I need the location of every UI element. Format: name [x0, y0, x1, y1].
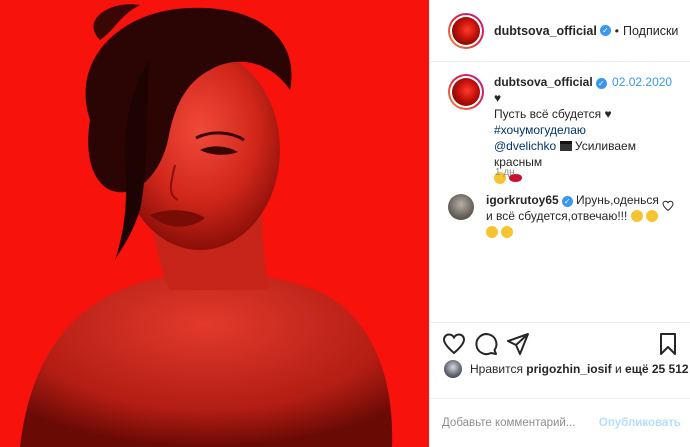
- liker-avatar[interactable]: [444, 360, 462, 378]
- verified-badge-icon: ✓: [599, 25, 611, 36]
- comment-text: igorkrutoy65 ✓ Ирунь,оденься и всё сбудет…: [486, 192, 661, 240]
- author-username[interactable]: dubtsova_official: [494, 24, 597, 38]
- caption-date: 02.02.2020: [612, 75, 673, 89]
- grin-emoji-icon: [486, 226, 498, 238]
- header-separator: •: [614, 23, 619, 38]
- hashtag-link[interactable]: #хочумогуделаю: [494, 123, 586, 137]
- post-header: dubtsova_official ✓ • Подписки: [430, 0, 690, 62]
- following-button[interactable]: Подписки: [623, 24, 678, 38]
- grin-emoji-icon: [630, 210, 643, 222]
- portrait-image: [0, 0, 429, 447]
- author-avatar[interactable]: [448, 12, 484, 49]
- publish-button[interactable]: Опубликовать: [599, 417, 681, 429]
- likes-summary: Нравится prigozhin_iosif и ещё 25 512: [444, 360, 689, 378]
- action-bar: [430, 322, 690, 364]
- grin-emoji-icon: [646, 210, 659, 222]
- post-photo[interactable]: [0, 0, 429, 447]
- post-caption: dubtsova_official ✓ 02.02.2020 ♥ Пусть вс…: [448, 74, 678, 186]
- grin-emoji-icon: [501, 226, 514, 238]
- clapper-emoji-icon: [559, 141, 572, 151]
- verified-badge-icon: ✓: [561, 196, 573, 207]
- comment-like-heart-icon[interactable]: [662, 200, 674, 212]
- instagram-post: dubtsova_official ✓ • Подписки dubtsova_…: [0, 0, 690, 447]
- caption-time-ago: 1 дн.: [495, 167, 518, 178]
- likes-prefix: Нравится: [470, 362, 523, 376]
- heart-emoji-icon: ♥: [494, 91, 502, 105]
- post-sidebar: dubtsova_official ✓ • Подписки dubtsova_…: [429, 0, 690, 447]
- heart-icon[interactable]: [442, 332, 466, 356]
- add-comment-bar: Добавьте комментарий... Опубликовать: [430, 398, 690, 447]
- comment-input[interactable]: Добавьте комментарий...: [442, 417, 599, 429]
- caption-username[interactable]: dubtsova_official: [494, 75, 593, 89]
- liker-username[interactable]: prigozhin_iosif: [526, 362, 611, 376]
- commenter-avatar[interactable]: [448, 194, 474, 220]
- share-icon[interactable]: [506, 332, 530, 356]
- likes-count[interactable]: ещё 25 512: [625, 362, 689, 376]
- caption-line-1: Пусть всё сбудется: [494, 107, 602, 121]
- verified-badge-icon: ✓: [595, 78, 607, 89]
- likes-middle: и: [614, 362, 622, 376]
- caption-text: dubtsova_official ✓ 02.02.2020 ♥ Пусть вс…: [494, 74, 678, 186]
- comment-icon[interactable]: [474, 332, 498, 356]
- heart-emoji-icon: ♥: [604, 107, 612, 121]
- bookmark-icon[interactable]: [656, 332, 680, 356]
- mention-link[interactable]: @dvelichko: [494, 139, 556, 153]
- caption-avatar[interactable]: [448, 74, 484, 110]
- commenter-username[interactable]: igorkrutoy65: [486, 193, 559, 207]
- comment-item: igorkrutoy65 ✓ Ирунь,оденься и всё сбудет…: [448, 192, 688, 240]
